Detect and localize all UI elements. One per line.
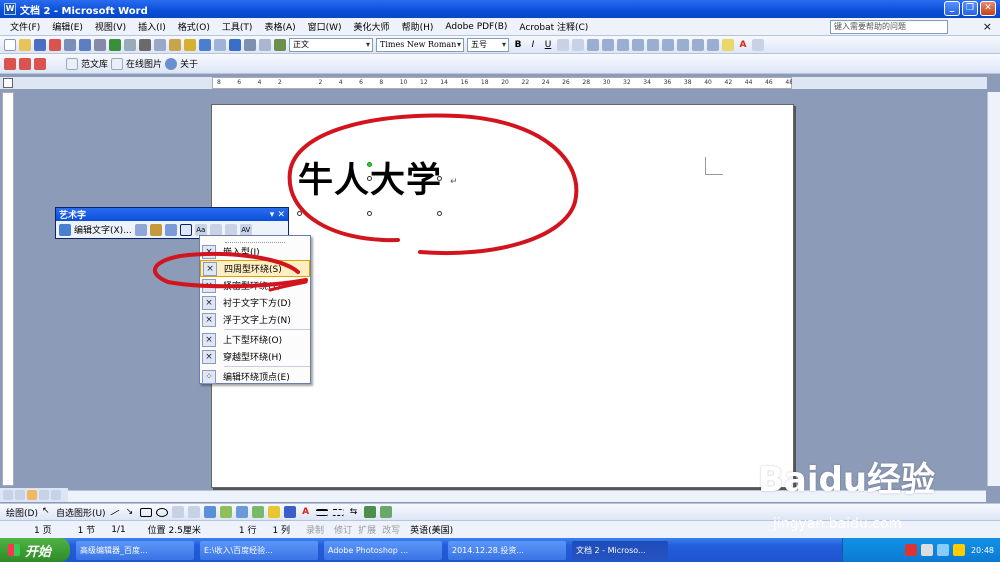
clock: 20:48 (970, 545, 994, 555)
diagram-icon[interactable] (219, 506, 232, 518)
reading-view-icon[interactable] (51, 490, 61, 500)
volume-icon[interactable] (936, 544, 949, 556)
status-column: 1 列 (272, 526, 291, 536)
text-box-icon[interactable] (171, 506, 184, 518)
font-color-icon[interactable]: A (300, 506, 312, 518)
taskbar-item-document[interactable]: 2014.12.28.投资... (448, 540, 566, 560)
taskbar-item-word[interactable]: 文档 2 - Microso... (572, 540, 668, 560)
dash-style-icon[interactable] (331, 508, 344, 516)
baidu-watermark-url: jingyan.baidu.com (773, 516, 903, 532)
status-record[interactable]: 录制 (298, 523, 332, 536)
status-position: 位置 2.5厘米 (147, 526, 201, 536)
taskbar-item-browser[interactable]: 高级编辑器_百度... (76, 540, 194, 560)
3d-style-icon[interactable] (379, 506, 392, 518)
taskbar-item-explorer[interactable]: E:\收入\百度经验... (200, 540, 318, 560)
status-page: 1 页 (34, 526, 52, 536)
outline-view-icon[interactable] (39, 490, 49, 500)
status-extend[interactable]: 扩展 (354, 523, 380, 536)
web-view-icon[interactable] (15, 490, 25, 500)
insert-wordart-icon[interactable] (203, 506, 216, 518)
taskbar-item-photoshop[interactable]: Adobe Photoshop ... (324, 540, 442, 560)
line-color-icon[interactable] (283, 506, 296, 518)
line-style-icon[interactable] (315, 508, 328, 516)
view-buttons (0, 488, 68, 502)
line-tool-icon[interactable] (109, 509, 120, 515)
system-tray: 20:48 (842, 538, 1000, 562)
print-layout-icon[interactable] (27, 490, 37, 500)
shadow-style-icon[interactable] (363, 506, 376, 518)
arrow-tool-icon[interactable]: ↘ (124, 506, 136, 518)
network-icon[interactable] (920, 544, 933, 556)
fill-color-icon[interactable] (267, 506, 280, 518)
arrow-style-icon[interactable]: ⇆ (348, 506, 360, 518)
status-section: 1 节 (77, 526, 96, 536)
autoshapes-button[interactable]: 自选图形(U) (56, 506, 106, 519)
oval-tool-icon[interactable] (155, 507, 168, 517)
normal-view-icon[interactable] (3, 490, 13, 500)
rectangle-tool-icon[interactable] (139, 507, 152, 517)
status-track-changes[interactable]: 修订 (332, 523, 354, 536)
status-line: 1 行 (238, 526, 257, 536)
status-language: 英语(美国) (410, 526, 454, 536)
vertical-text-box-icon[interactable] (187, 506, 200, 518)
picture-icon[interactable] (251, 506, 264, 518)
clipart-icon[interactable] (235, 506, 248, 518)
annotation-circle-menuitem (152, 252, 308, 289)
antivirus-icon[interactable] (904, 544, 917, 556)
status-pages: 1/1 (111, 524, 126, 535)
start-button[interactable]: 开始 (0, 538, 70, 562)
ime-icon[interactable] (952, 544, 965, 556)
windows-logo-icon (8, 544, 20, 556)
annotation-circle-wordart (287, 113, 579, 256)
windows-taskbar: 开始 高级编辑器_百度... E:\收入\百度经验... Adobe Photo… (0, 538, 1000, 562)
draw-menu-button[interactable]: 绘图(D) (6, 506, 38, 519)
select-objects-icon[interactable]: ↖ (42, 506, 52, 518)
status-overtype[interactable]: 改写 (380, 523, 402, 536)
baidu-watermark: Baidu经验 (758, 460, 936, 500)
